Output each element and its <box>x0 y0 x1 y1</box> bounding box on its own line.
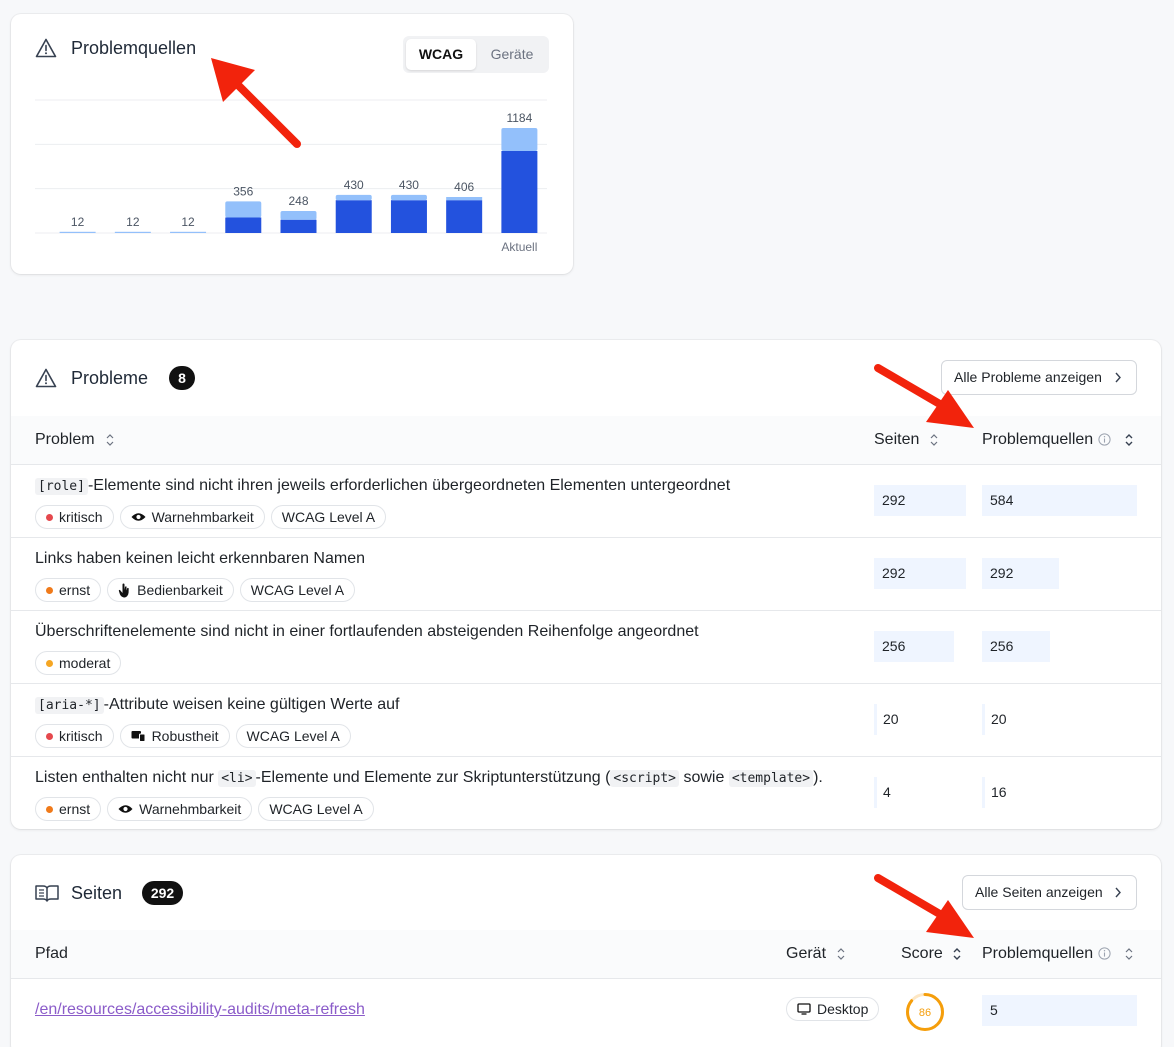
sources-bar-chart: 12 12 12 356 248 430 430 406 1184 Aktuell <box>35 99 547 254</box>
eye-icon <box>131 513 146 521</box>
chart-bar-segment <box>170 231 207 233</box>
sources-count-cell: 584 <box>982 485 1137 516</box>
severity-tag: moderat <box>35 651 122 675</box>
chart-bar-segment <box>59 231 96 233</box>
sources-count-cell: 5 <box>982 995 1137 1026</box>
principle-tag: Robustheit <box>119 724 230 748</box>
chevron-right-icon <box>1115 887 1121 898</box>
pages-card: Seiten 292 Alle Seiten anzeigen Pfad Ger… <box>11 855 1161 1047</box>
pages-count-cell: 20 <box>874 704 934 735</box>
wcag-level-tag: WCAG Level A <box>235 724 351 748</box>
column-header-sources[interactable]: Problemquellen <box>982 945 1093 963</box>
chart-bar-segment <box>390 200 427 233</box>
eye-icon <box>118 805 133 813</box>
chart-bar-segment <box>335 200 372 233</box>
pages-count-cell: 256 <box>874 631 954 662</box>
principle-tag: Bedienbarkeit <box>107 578 234 602</box>
chart-bar-segment <box>280 219 317 233</box>
sources-count-cell: 16 <box>982 777 1042 808</box>
sources-count-cell: 20 <box>982 704 1042 735</box>
principle-tag: Warnehmbarkeit <box>107 797 253 821</box>
severity-tag: ernst <box>35 797 102 821</box>
sources-count-cell: 292 <box>982 558 1059 589</box>
chart-data-label: 430 <box>344 178 364 192</box>
column-header-sources[interactable]: Problemquellen <box>982 431 1093 449</box>
problem-title[interactable]: [role] -Elemente sind nicht ihren jeweils… <box>35 477 730 495</box>
pages-count-cell: 292 <box>874 485 966 516</box>
chart-bar-segment <box>446 200 483 233</box>
wcag-level-tag: WCAG Level A <box>239 578 356 602</box>
pages-count-cell: 4 <box>874 777 934 808</box>
chart-data-label: 406 <box>454 180 474 194</box>
device-tag: Desktop <box>786 997 880 1021</box>
monitor-icon <box>797 1003 811 1015</box>
show-all-pages-button[interactable]: Alle Seiten anzeigen <box>962 875 1137 910</box>
chart-data-label: 248 <box>288 194 308 208</box>
severity-tag: kritisch <box>35 505 114 529</box>
problems-card-title: Probleme <box>71 368 149 388</box>
chart-bar-segment <box>446 197 483 201</box>
problem-title[interactable]: Überschriftenelemente sind nicht in eine… <box>35 623 699 641</box>
sources-card: Problemquellen WCAG Geräte 12 12 12 356 248 4… <box>11 14 573 274</box>
problem-title[interactable]: Listen enthalten nicht nur <li> -Elemente… <box>35 769 823 787</box>
hand-icon <box>118 583 129 597</box>
info-icon[interactable] <box>1098 433 1111 446</box>
score-ring: 86 <box>906 993 944 1031</box>
column-header-score[interactable]: Score <box>901 945 943 963</box>
pages-count-badge: 292 <box>142 881 183 905</box>
sort-icon[interactable] <box>952 946 962 962</box>
chart-bar-segment <box>225 201 262 218</box>
principle-tag: Warnehmbarkeit <box>119 505 265 529</box>
column-header-path[interactable]: Pfad <box>35 945 68 963</box>
info-icon[interactable] <box>1098 947 1111 960</box>
pages-count-cell: 292 <box>874 558 966 589</box>
show-all-problems-label: Alle Probleme anzeigen <box>954 369 1102 385</box>
chart-bar-segment <box>114 231 151 233</box>
chart-data-label: 12 <box>126 215 140 229</box>
severity-tag: kritisch <box>35 724 114 748</box>
chart-bar-segment <box>390 194 427 201</box>
wcag-level-tag: WCAG Level A <box>258 797 374 821</box>
show-all-pages-label: Alle Seiten anzeigen <box>975 884 1103 900</box>
chevron-right-icon <box>1115 372 1121 383</box>
column-header-pages[interactable]: Seiten <box>874 431 919 449</box>
chart-data-label: 1184 <box>506 111 532 125</box>
sources-count-cell: 256 <box>982 631 1050 662</box>
problems-card: Probleme 8 Alle Probleme anzeigen Proble… <box>11 340 1161 829</box>
chart-data-label: 356 <box>233 184 253 198</box>
problems-count-badge: 8 <box>169 366 195 390</box>
chart-bar-segment <box>225 217 262 233</box>
sort-icon[interactable] <box>1124 946 1134 962</box>
warning-icon <box>35 368 57 388</box>
devices-icon <box>131 731 146 742</box>
chart-bar-segment <box>280 211 317 220</box>
show-all-problems-button[interactable]: Alle Probleme anzeigen <box>941 360 1137 395</box>
book-icon <box>35 885 59 902</box>
severity-tag: ernst <box>35 578 102 602</box>
problem-title[interactable]: [aria-*] -Attribute weisen keine gültigen… <box>35 696 400 714</box>
score-value: 86 <box>919 1007 931 1019</box>
column-header-problem[interactable]: Problem <box>35 431 95 449</box>
chart-category-label: Aktuell <box>501 240 537 254</box>
wcag-level-tag: WCAG Level A <box>270 505 387 529</box>
sort-icon[interactable] <box>929 432 939 448</box>
chart-bar-segment <box>501 128 538 151</box>
column-header-device[interactable]: Gerät <box>786 945 826 963</box>
chart-data-label: 430 <box>399 178 419 192</box>
chart-data-label: 12 <box>71 215 85 229</box>
pages-card-title: Seiten <box>71 883 123 903</box>
sort-icon[interactable] <box>105 432 115 448</box>
problem-title[interactable]: Links haben keinen leicht erkennbaren Na… <box>35 550 365 568</box>
chart-bar-segment <box>335 194 372 201</box>
chart-bar-segment <box>501 150 538 233</box>
sort-icon[interactable] <box>1124 432 1134 448</box>
chart-data-label: 12 <box>181 215 195 229</box>
sort-icon[interactable] <box>836 946 846 962</box>
page-path-link[interactable]: /en/resources/accessibility-audits/meta-… <box>35 1001 365 1019</box>
